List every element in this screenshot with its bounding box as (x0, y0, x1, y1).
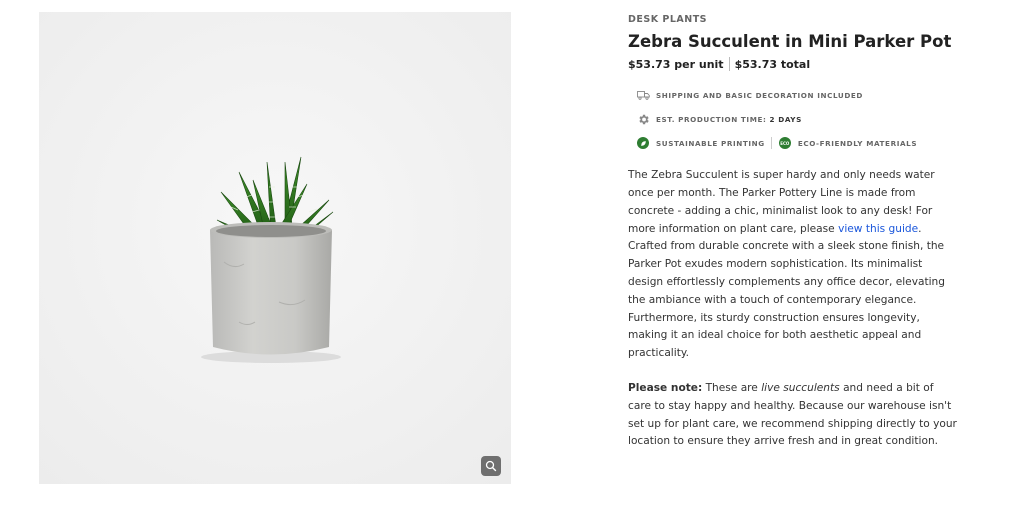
feature-production-value: 2 DAYS (769, 114, 802, 124)
magnifier-icon (485, 460, 497, 472)
price-per-unit: $53.73 per unit (628, 57, 724, 71)
feature-shipping-label: SHIPPING AND BASIC DECORATION INCLUDED (656, 90, 863, 100)
eco-badge-icon: ECO (778, 136, 792, 150)
product-description: The Zebra Succulent is super hardy and o… (628, 167, 958, 363)
feature-sustainability: SUSTAINABLE PRINTING ECO ECO-FRIENDLY MA… (636, 131, 958, 155)
product-info: DESK PLANTS Zebra Succulent in Mini Park… (628, 14, 958, 451)
price-total: $53.73 total (734, 57, 811, 71)
product-image[interactable] (39, 12, 511, 484)
feature-production-label: EST. PRODUCTION TIME: (656, 114, 767, 124)
product-title: Zebra Succulent in Mini Parker Pot (628, 32, 952, 51)
price-divider (728, 57, 730, 72)
zoom-button[interactable] (481, 456, 501, 476)
gear-icon (636, 112, 650, 126)
view-guide-link[interactable]: view this guide (838, 223, 918, 235)
feature-divider (770, 137, 772, 150)
succulent-photo (39, 12, 511, 484)
truck-icon (636, 88, 650, 102)
feature-production: EST. PRODUCTION TIME: 2 DAYS (636, 107, 958, 131)
care-note: Please note: These are live succulents a… (628, 380, 958, 451)
feature-eco-label: ECO-FRIENDLY MATERIALS (797, 138, 918, 148)
description-part-2: . Crafted from durable concrete with a s… (628, 222, 945, 360)
price-row: $53.73 per unit $53.73 total (628, 57, 958, 72)
note-emphasis: live succulents (761, 382, 840, 395)
feature-shipping: SHIPPING AND BASIC DECORATION INCLUDED (636, 83, 958, 107)
product-category[interactable]: DESK PLANTS (628, 14, 958, 25)
leaf-icon (636, 136, 650, 150)
note-part-1: These are (702, 382, 762, 395)
feature-sustainable-label: SUSTAINABLE PRINTING (656, 138, 765, 148)
feature-list: SHIPPING AND BASIC DECORATION INCLUDED E… (636, 83, 958, 155)
note-label: Please note: (628, 382, 703, 395)
